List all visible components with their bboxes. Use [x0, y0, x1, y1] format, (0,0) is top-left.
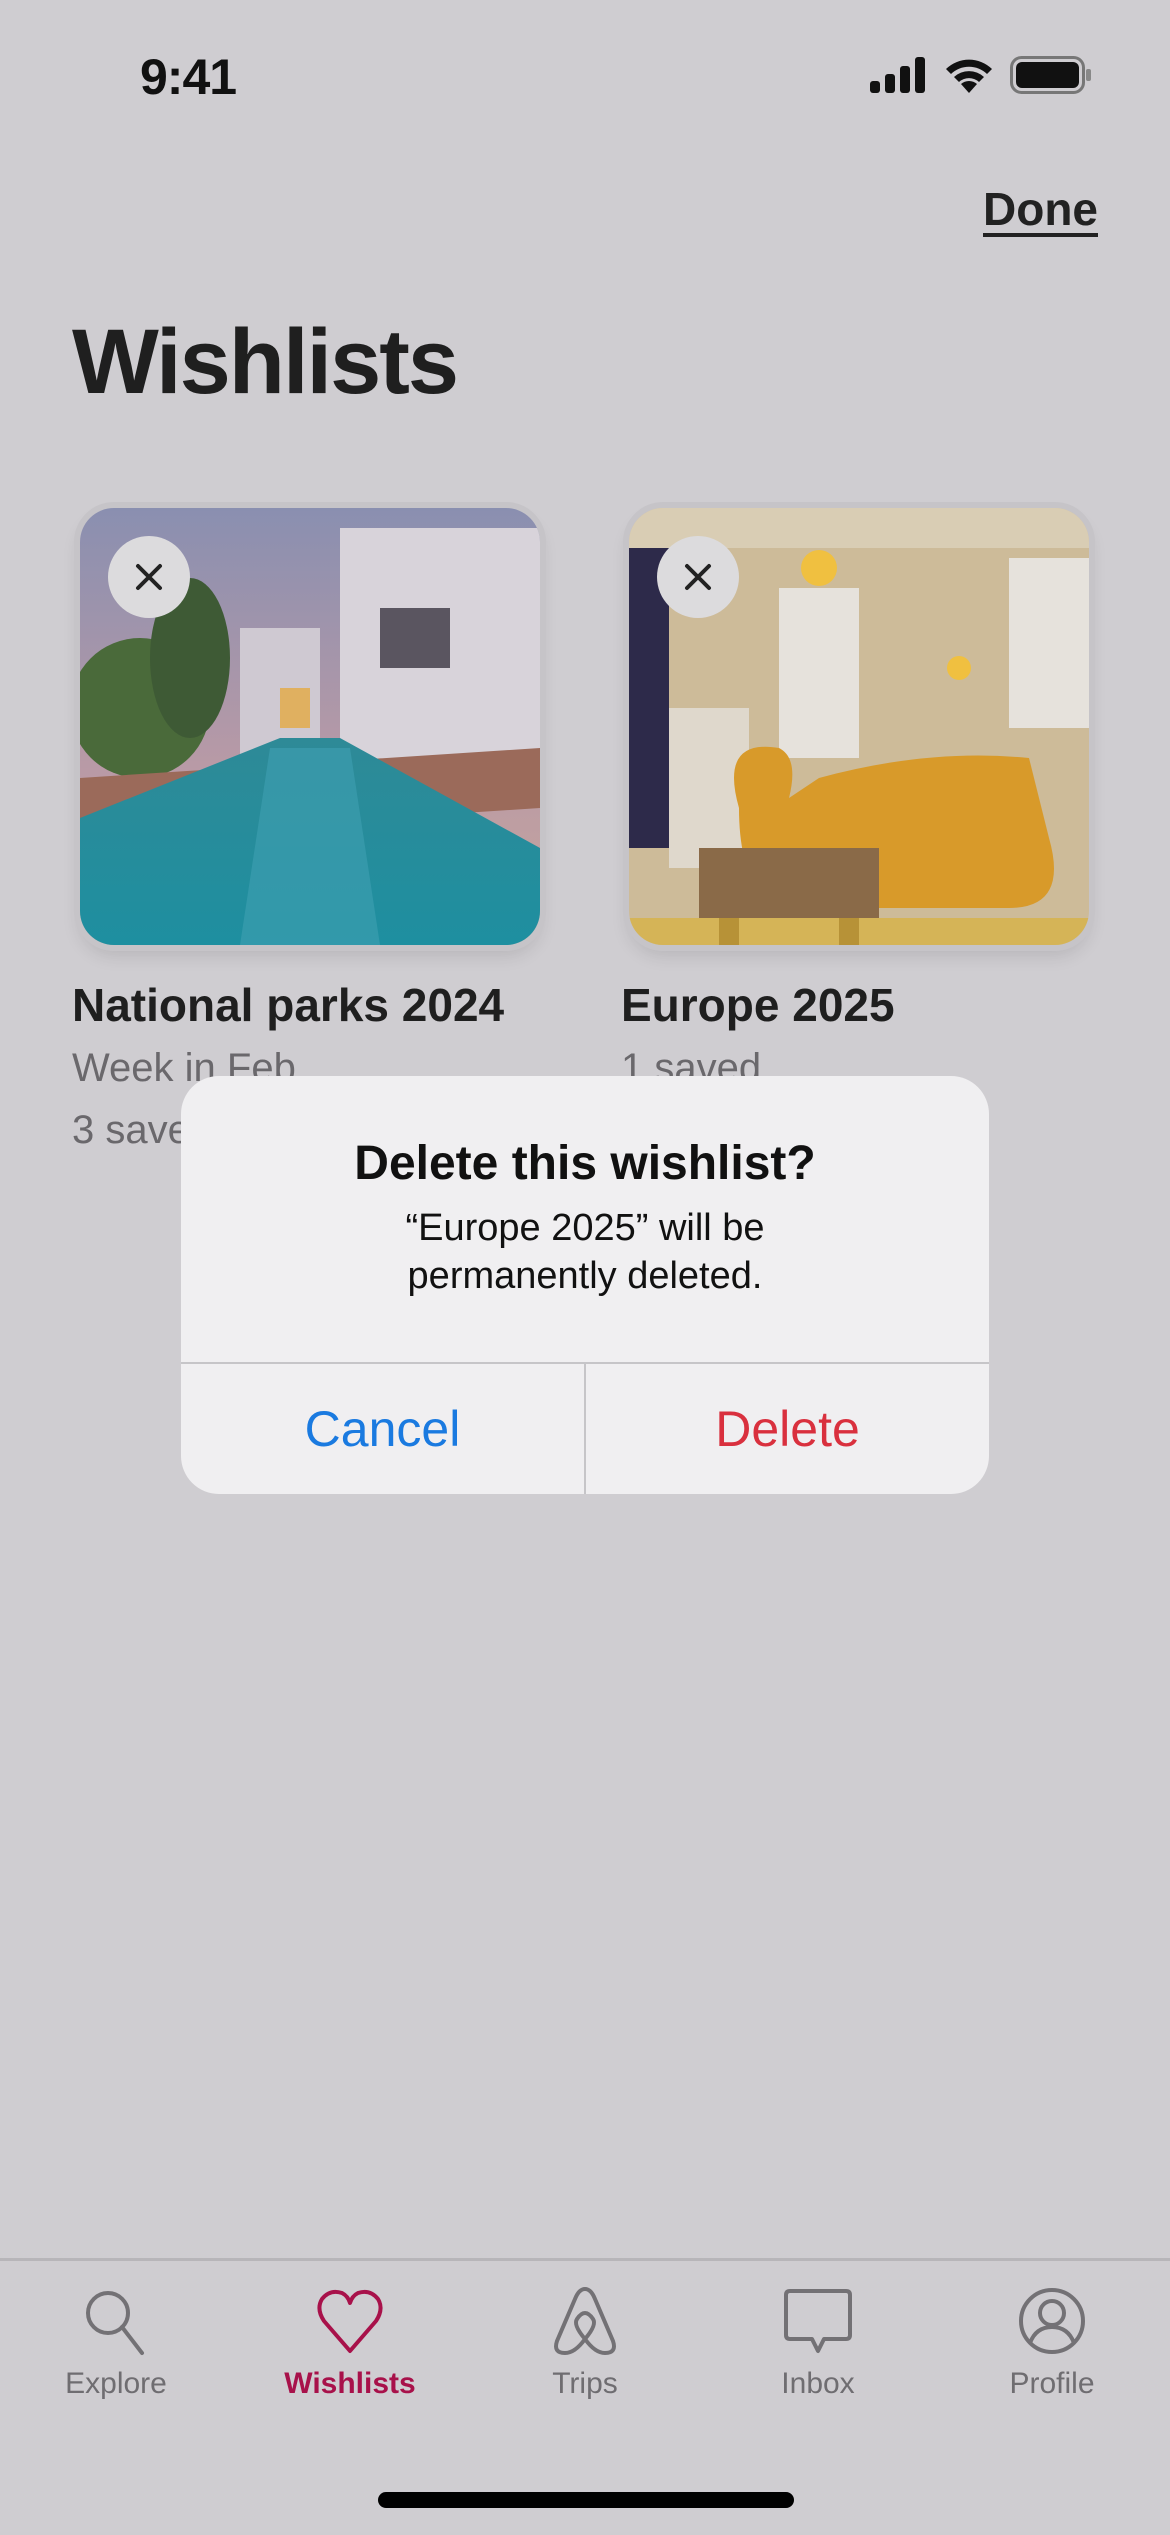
- tab-label: Wishlists: [284, 2367, 416, 2400]
- wishlist-image[interactable]: [80, 508, 540, 945]
- close-icon: [685, 564, 711, 590]
- wifi-icon: [946, 59, 992, 93]
- airbnb-logo-icon: [554, 2287, 616, 2355]
- signal-icon: [870, 57, 925, 93]
- dialog-message-line: “Europe 2025” will be: [405, 1207, 765, 1249]
- tab-label: Inbox: [781, 2367, 855, 2400]
- page-title: Wishlists: [72, 311, 459, 413]
- cancel-button[interactable]: Cancel: [181, 1364, 584, 1494]
- wishlist-image[interactable]: [629, 508, 1089, 945]
- wishlist-name: National parks 2024: [72, 979, 505, 1031]
- dialog-title: Delete this wishlist?: [354, 1137, 816, 1190]
- battery-icon: [1010, 56, 1091, 94]
- tab-wishlists[interactable]: Wishlists: [270, 2285, 430, 2401]
- tab-explore[interactable]: Explore: [36, 2285, 196, 2401]
- status-time: 9:41: [140, 49, 237, 105]
- dialog-message-line: permanently deleted.: [407, 1255, 763, 1297]
- tab-trips[interactable]: Trips: [505, 2285, 665, 2401]
- wishlist-name: Europe 2025: [621, 979, 895, 1031]
- tab-label: Trips: [552, 2367, 618, 2400]
- remove-wishlist-button[interactable]: [657, 536, 739, 618]
- delete-confirm-dialog: Delete this wishlist? “Europe 2025” will…: [181, 1076, 989, 1494]
- tab-label: Explore: [65, 2367, 167, 2400]
- delete-button[interactable]: Delete: [586, 1364, 989, 1494]
- status-icons: [870, 56, 1092, 94]
- tab-profile[interactable]: Profile: [972, 2285, 1132, 2401]
- done-button[interactable]: Done: [983, 182, 1098, 236]
- dialog-message: “Europe 2025” will be permanently delete…: [181, 1204, 989, 1300]
- tab-inbox[interactable]: Inbox: [738, 2285, 898, 2401]
- home-indicator[interactable]: [378, 2492, 794, 2508]
- heart-icon: [317, 2289, 383, 2353]
- remove-wishlist-button[interactable]: [108, 536, 190, 618]
- close-icon: [136, 564, 162, 590]
- wishlist-card[interactable]: National parks 2024 Week in Feb 3 saved: [72, 508, 540, 1152]
- message-icon: [784, 2289, 852, 2353]
- search-icon: [86, 2291, 144, 2355]
- wishlist-card[interactable]: Europe 2025 1 saved: [621, 508, 1089, 1090]
- profile-icon: [1019, 2288, 1085, 2354]
- tab-label: Profile: [1009, 2367, 1095, 2400]
